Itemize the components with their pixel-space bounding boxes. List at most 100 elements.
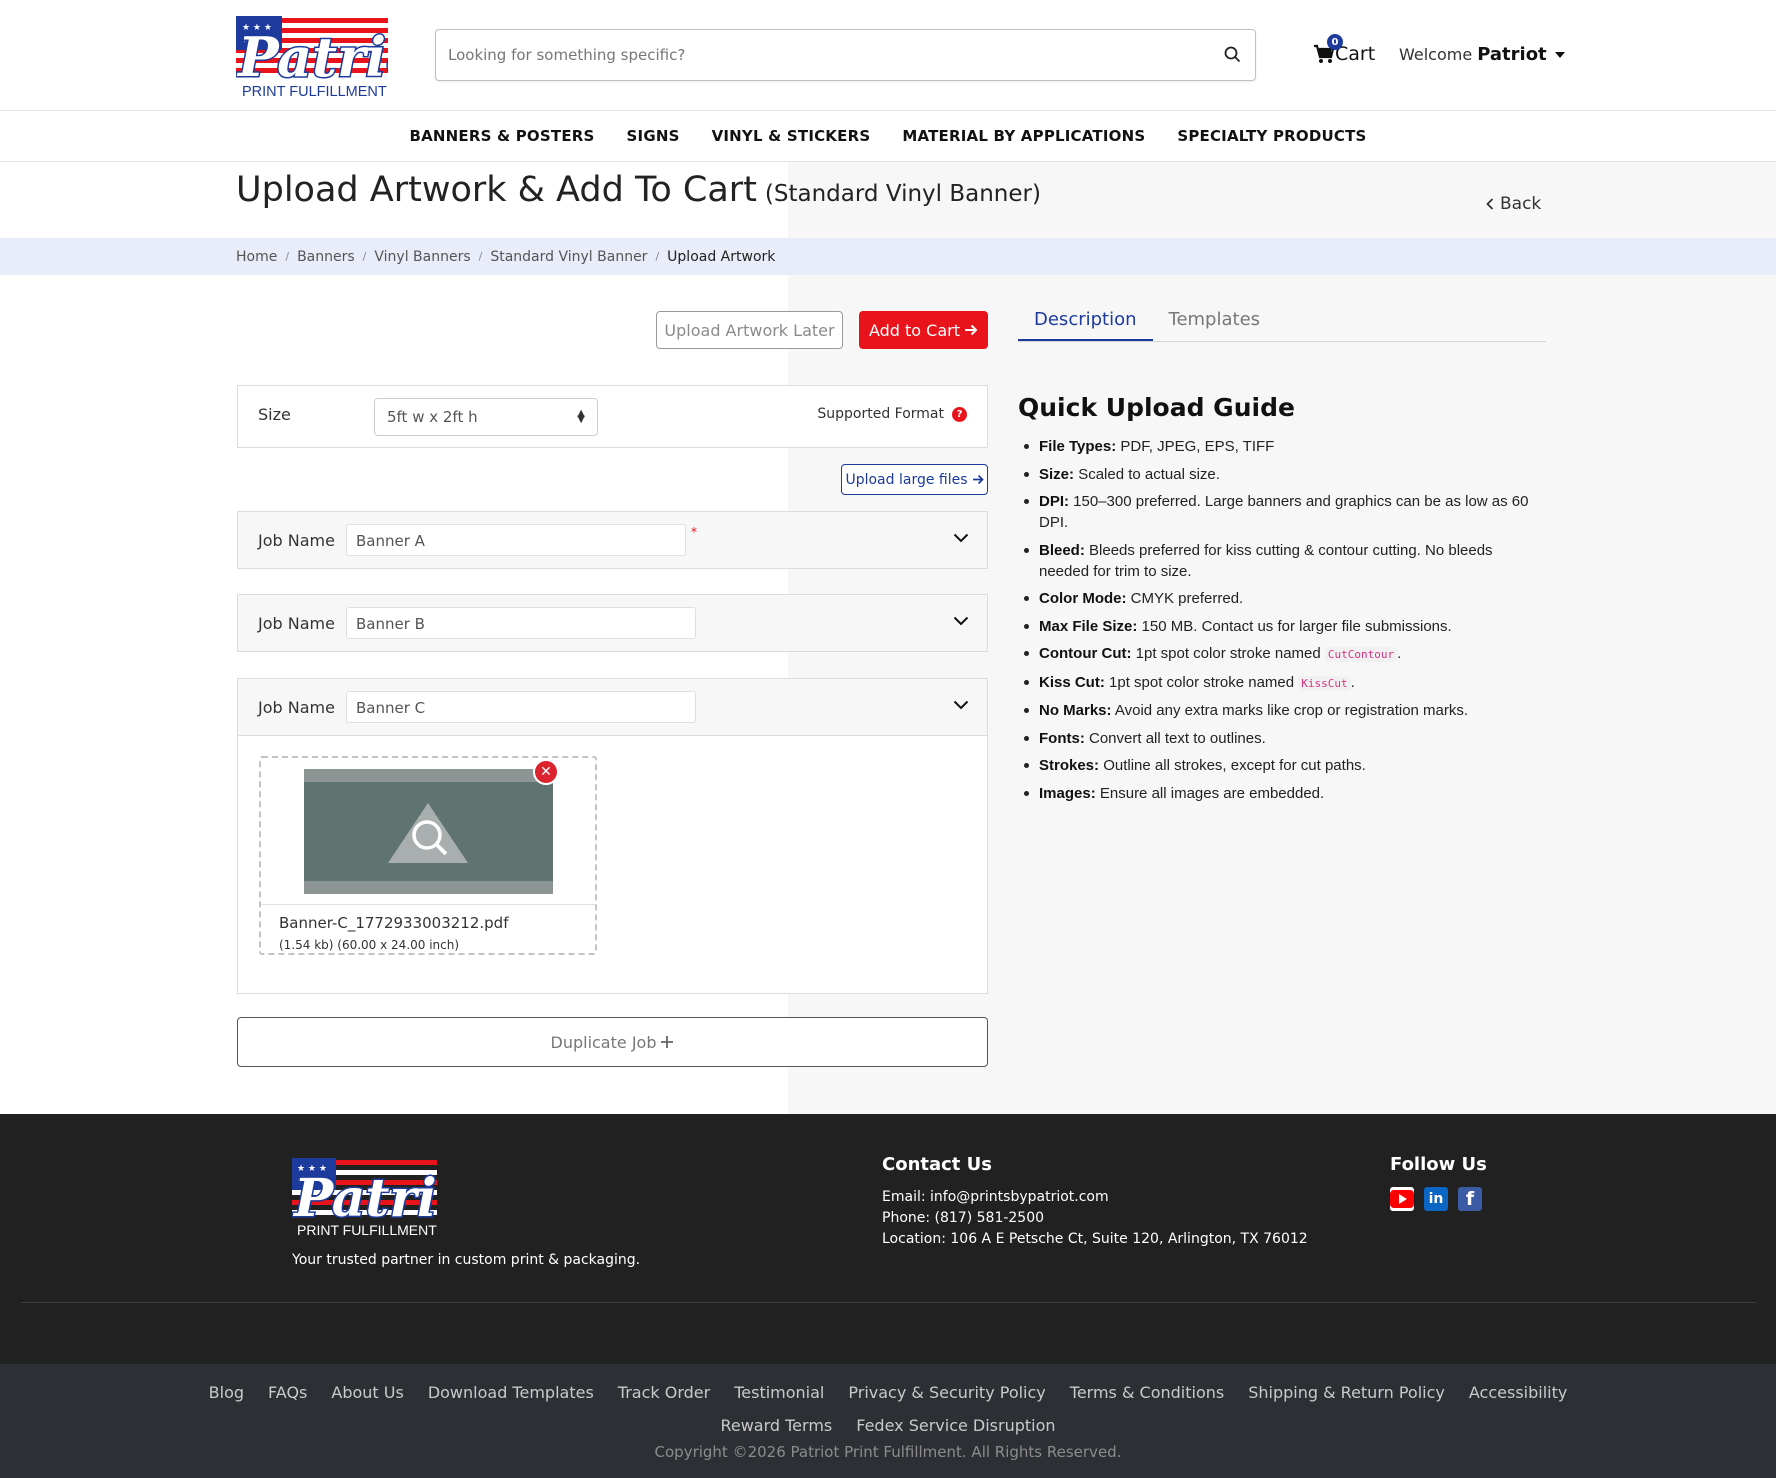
list-item: DPI: 150–300 preferred. Large banners an… [1020,491,1545,533]
footer-patriot-logo[interactable]: ★ ★ ★ ★ ★ ★ Patriot PRINT FULFILLMENT [292,1154,437,1240]
arrow-right-icon [965,324,978,336]
breadcrumb-vinyl-banners[interactable]: Vinyl Banners [374,249,470,265]
footer-link-about-us[interactable]: About Us [319,1376,415,1409]
chevron-down-icon[interactable] [953,533,969,543]
remove-file-icon[interactable]: ✕ [533,759,559,785]
footer-link-download-templates[interactable]: Download Templates [416,1376,606,1409]
job-name-input[interactable]: Banner C [346,691,696,723]
supported-format[interactable]: Supported Format ? [817,406,967,422]
add-to-cart-button[interactable]: Add to Cart [859,311,988,349]
contact-email[interactable]: Email: info@printsbypatriot.com [882,1187,1308,1208]
page-subtitle: (Standard Vinyl Banner) [764,181,1041,207]
footer-tagline: Your trusted partner in custom print & p… [292,1252,641,1268]
job-name-input[interactable]: Banner A [346,524,686,556]
upload-large-files-button[interactable]: Upload large files [841,464,988,495]
footer-link-faqs[interactable]: FAQs [256,1376,319,1409]
contact-info: Email: info@printsbypatriot.com Phone: (… [882,1187,1308,1250]
size-panel: Size 5ft w x 2ft h ▲ ▼ Supported Format ? [237,385,988,448]
list-item: Strokes: Outline all strokes, except for… [1020,755,1545,776]
svg-text:PRINT FULFILLMENT: PRINT FULFILLMENT [297,1222,437,1238]
search-bar [435,29,1256,81]
list-item: Fonts: Convert all text to outlines. [1020,728,1545,749]
youtube-icon[interactable] [1390,1187,1414,1211]
duplicate-job-button[interactable]: Duplicate Job [237,1017,988,1067]
description-tabs: Description Templates [1018,303,1546,342]
breadcrumb-standard-vinyl-banner[interactable]: Standard Vinyl Banner [490,249,647,265]
facebook-icon[interactable]: f [1458,1187,1482,1211]
footer-link-shipping[interactable]: Shipping & Return Policy [1236,1376,1457,1409]
patriot-logo[interactable]: ★ ★ ★ ★ ★ ★ Patriot PRINT FULFILLMENT [236,12,388,102]
job-name-label: Job Name [258,614,335,633]
back-link[interactable]: Back [1486,194,1541,214]
search-icon[interactable] [1224,46,1241,63]
footer-link-fedex-disruption[interactable]: Fedex Service Disruption [844,1409,1067,1442]
uploaded-file-card: ✕ Banner-C_1772933003212.pdf (1.54 kb) (… [259,756,597,955]
nav-vinyl-stickers[interactable]: VINYL & STICKERS [712,127,871,145]
main-nav: BANNERS & POSTERS SIGNS VINYL & STICKERS… [0,111,1776,162]
contact-title: Contact Us [882,1154,993,1175]
upload-artwork-later-button[interactable]: Upload Artwork Later [656,311,843,349]
social-links: in f [1390,1187,1482,1211]
caret-down-icon [1554,51,1565,58]
footer-link-privacy[interactable]: Privacy & Security Policy [836,1376,1057,1409]
sort-arrows-icon: ▲ ▼ [577,408,585,425]
welcome-label: Welcome [1399,45,1473,64]
job-name-label: Job Name [258,531,335,550]
footer-link-blog[interactable]: Blog [197,1376,256,1409]
list-item: No Marks: Avoid any extra marks like cro… [1020,700,1545,721]
guide-title: Quick Upload Guide [1018,393,1295,422]
help-icon[interactable]: ? [952,406,967,422]
search-input[interactable] [448,30,1208,80]
plus-icon [661,1036,674,1048]
upload-guide-list: File Types: PDF, JPEG, EPS, TIFF Size: S… [1020,436,1545,810]
list-item: Kiss Cut: 1pt spot color stroke named Ki… [1020,672,1545,694]
zoom-preview-icon [388,803,468,863]
cart-count-badge: 0 [1327,34,1343,50]
svg-text:Patriot: Patriot [292,1168,437,1229]
footer-link-accessibility[interactable]: Accessibility [1457,1376,1579,1409]
breadcrumb: Home / Banners / Vinyl Banners / Standard V… [0,238,1776,275]
breadcrumb-current: Upload Artwork [667,248,776,265]
footer-divider [21,1302,1756,1303]
nav-specialty-products[interactable]: SPECIALTY PRODUCTS [1177,127,1366,145]
list-item: Max File Size: 150 MB. Contact us for la… [1020,616,1545,637]
chevron-down-icon[interactable] [953,616,969,626]
copyright: Copyright ©2026 Patriot Print Fulfillmen… [654,1443,1122,1461]
nav-material-by-applications[interactable]: MATERIAL BY APPLICATIONS [902,127,1145,145]
footer-link-reward-terms[interactable]: Reward Terms [708,1409,844,1442]
list-item: Color Mode: CMYK preferred. [1020,588,1545,609]
breadcrumb-home[interactable]: Home [236,249,277,265]
size-select[interactable]: 5ft w x 2ft h ▲ ▼ [374,398,598,436]
job-panel-c[interactable]: Job Name Banner C [237,678,988,736]
nav-banners-posters[interactable]: BANNERS & POSTERS [409,127,594,145]
chevron-left-icon [1486,198,1494,210]
footer-link-terms[interactable]: Terms & Conditions [1058,1376,1236,1409]
job-panel-a[interactable]: Job Name Banner A * [237,511,988,569]
footer-links: Blog FAQs About Us Download Templates Tr… [0,1376,1776,1442]
svg-text:PRINT FULFILLMENT: PRINT FULFILLMENT [242,84,387,100]
breadcrumb-banners[interactable]: Banners [297,249,355,265]
linkedin-icon[interactable]: in [1424,1187,1448,1211]
contact-location: Location: 106 A E Petsche Ct, Suite 120,… [882,1231,1308,1247]
list-item: File Types: PDF, JPEG, EPS, TIFF [1020,436,1545,457]
svg-text:Patriot: Patriot [236,25,388,89]
list-item: Size: Scaled to actual size. [1020,464,1545,485]
user-menu[interactable]: Welcome Patriot [1399,44,1565,65]
required-marker: * [691,525,697,539]
cart-button[interactable]: 0 Cart [1313,34,1375,70]
tab-description[interactable]: Description [1018,303,1153,341]
list-item: Contour Cut: 1pt spot color stroke named… [1020,643,1545,665]
footer-link-testimonial[interactable]: Testimonial [722,1376,836,1409]
job-name-input[interactable]: Banner B [346,607,696,639]
follow-title: Follow Us [1390,1154,1487,1175]
job-panel-b[interactable]: Job Name Banner B [237,594,988,652]
file-name: Banner-C_1772933003212.pdf [279,914,509,932]
tab-templates[interactable]: Templates [1153,303,1277,341]
file-preview-thumbnail[interactable] [304,769,553,894]
footer-link-track-order[interactable]: Track Order [606,1376,722,1409]
list-item: Images: Ensure all images are embedded. [1020,783,1545,804]
chevron-down-icon[interactable] [953,700,969,710]
job-panel-c-body: ✕ Banner-C_1772933003212.pdf (1.54 kb) (… [237,736,988,994]
nav-signs[interactable]: SIGNS [627,127,680,145]
contact-phone[interactable]: Phone: (817) 581-2500 [882,1208,1308,1229]
